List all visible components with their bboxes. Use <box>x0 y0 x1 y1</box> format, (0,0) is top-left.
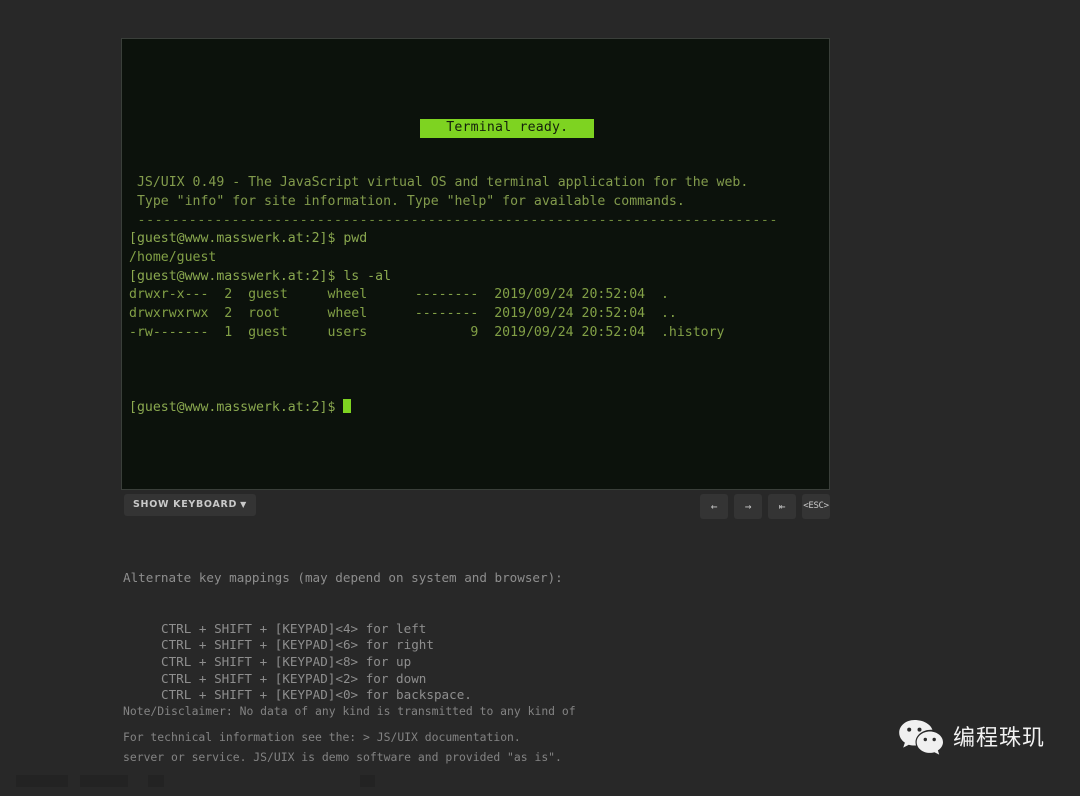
page-root: Terminal ready. JS/UIX 0.49 - The JavaSc… <box>0 0 1080 787</box>
disclaimer-line-2: server or service. JS/UIX is demo softwa… <box>123 750 562 765</box>
key-mapping-row: CTRL + SHIFT + [KEYPAD]<8> for up <box>161 653 412 669</box>
key-mapping-row: CTRL + SHIFT + [KEYPAD]<6> for right <box>161 637 434 653</box>
key-button-group: ← → ⇤ <ESC> <box>700 494 830 519</box>
terminal-line: JS/UIX 0.49 - The JavaScript virtual OS … <box>129 175 749 191</box>
status-banner: Terminal ready. <box>420 119 595 139</box>
terminal-line: ----------------------------------------… <box>129 212 779 228</box>
escape-button[interactable]: <ESC> <box>802 494 830 519</box>
jsuix-documentation-link[interactable]: JS/UIX documentation <box>377 730 514 744</box>
arrow-left-button[interactable]: ← <box>700 494 728 519</box>
terminal-control-bar: SHOW KEYBOARD ▼ ← → ⇤ <ESC> <box>121 494 830 522</box>
terminal-banner-row: Terminal ready. <box>122 99 829 139</box>
terminal-output: JS/UIX 0.49 - The JavaScript virtual OS … <box>122 174 829 342</box>
tech-info-line: For technical information see the: > JS/… <box>123 730 883 745</box>
show-keyboard-button[interactable]: SHOW KEYBOARD ▼ <box>124 494 256 516</box>
arrow-right-button[interactable]: → <box>734 494 762 519</box>
watermark: 编程珠玑 <box>898 718 1045 760</box>
show-keyboard-label: SHOW KEYBOARD <box>133 499 238 510</box>
disclaimer-line-1: Note/Disclaimer: No data of any kind is … <box>123 703 576 718</box>
terminal-line: Type "info" for site information. Type "… <box>129 193 685 209</box>
terminal-line: /home/guest <box>129 249 217 265</box>
terminal-line: [guest@www.masswerk.at:2]$ ls -al <box>129 268 392 284</box>
key-mappings-heading: Alternate key mappings (may depend on sy… <box>123 570 563 586</box>
bottom-edge-fragment <box>360 775 375 787</box>
prompt-text: [guest@www.masswerk.at:2]$ <box>129 399 344 415</box>
terminal-screen[interactable]: Terminal ready. JS/UIX 0.49 - The JavaSc… <box>122 39 829 455</box>
key-mapping-row: CTRL + SHIFT + [KEYPAD]<4> for left <box>161 620 427 636</box>
chevron-down-icon: ▼ <box>240 500 247 509</box>
tech-info-prefix: For technical information see the: > <box>123 730 377 744</box>
bottom-edge-fragment <box>148 775 164 787</box>
cursor-block <box>343 398 352 413</box>
bottom-edge-fragment <box>80 775 128 787</box>
tech-info-suffix: . <box>513 730 521 744</box>
bottom-edge-fragment <box>16 775 68 787</box>
terminal-line: drwxrwxrwx 2 root wheel -------- 2019/09… <box>129 306 677 322</box>
wechat-icon <box>898 718 944 760</box>
backspace-arrow-button[interactable]: ⇤ <box>768 494 796 519</box>
terminal-line: drwxr-x--- 2 guest wheel -------- 2019/0… <box>129 287 669 303</box>
terminal-prompt-line: [guest@www.masswerk.at:2]$ <box>122 398 829 418</box>
terminal-line: [guest@www.masswerk.at:2]$ pwd <box>129 231 368 247</box>
watermark-label: 编程珠玑 <box>953 726 1046 751</box>
terminal-window[interactable]: Terminal ready. JS/UIX 0.49 - The JavaSc… <box>121 38 830 490</box>
terminal-line: -rw------- 1 guest users 9 2019/09/24 20… <box>129 324 725 340</box>
